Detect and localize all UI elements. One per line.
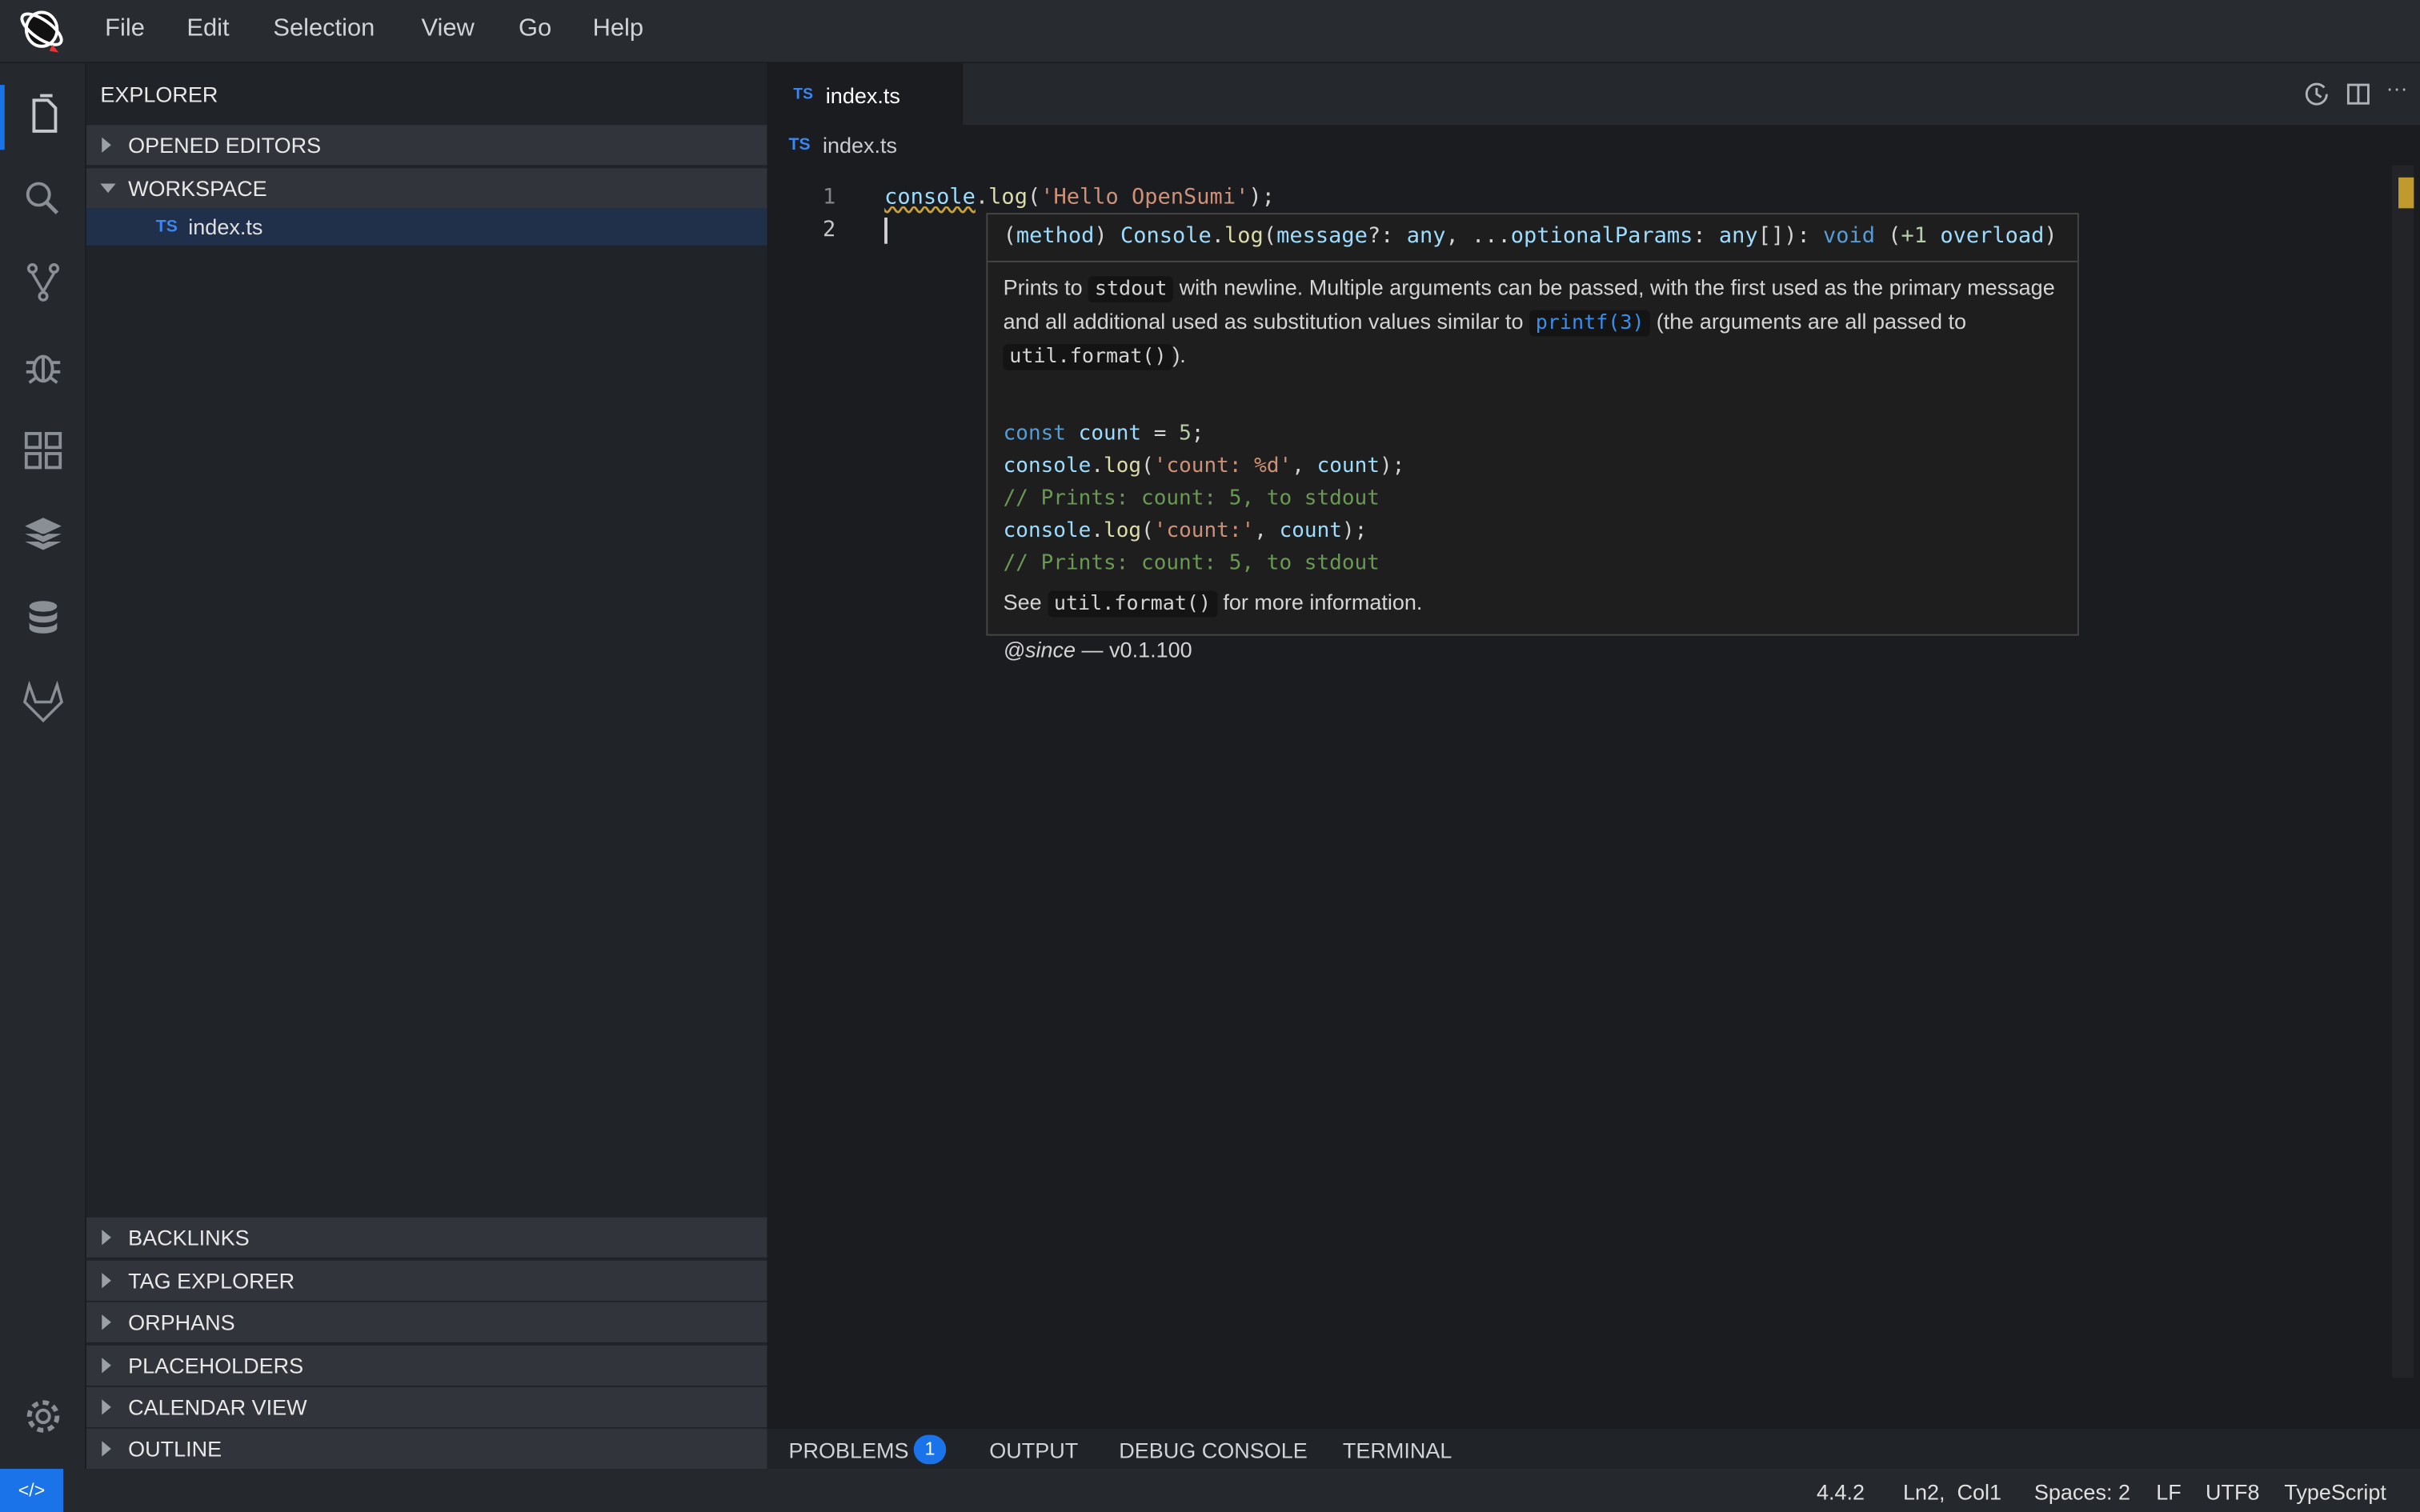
menu-edit[interactable]: Edit	[186, 15, 229, 43]
section-label: TAG EXPLORER	[128, 1268, 295, 1294]
section-label: BACKLINKS	[128, 1225, 250, 1250]
hover-since: @since — v0.1.100	[1003, 637, 1192, 662]
status-bar: </> 4.4.2 Ln2, Col1 Spaces: 2 LF UTF8 Ty…	[0, 1469, 2420, 1512]
file-name: index.ts	[188, 214, 263, 239]
section-label: OPENED EDITORS	[128, 132, 322, 158]
section-opened-editors[interactable]: OPENED EDITORS	[86, 125, 767, 166]
section-backlinks[interactable]: BACKLINKS	[86, 1217, 767, 1258]
status-language[interactable]: TypeScript	[2284, 1480, 2386, 1505]
tab-problems[interactable]: PROBLEMS	[789, 1438, 909, 1462]
opensumi-logo-icon[interactable]	[18, 8, 68, 54]
package-icon[interactable]	[20, 510, 66, 557]
menu-file[interactable]: File	[105, 15, 145, 43]
printf-link[interactable]: printf(3)	[1529, 310, 1651, 337]
breadcrumb-file[interactable]: index.ts	[823, 133, 897, 158]
menu-help[interactable]: Help	[593, 15, 643, 43]
menu-view[interactable]: View	[422, 15, 475, 43]
hover-signature: (method) Console.log(message?: any, ...o…	[988, 214, 2077, 262]
menubar: File Edit Selection View Go Help	[0, 0, 2420, 64]
section-placeholders[interactable]: PLACEHOLDERS	[86, 1345, 767, 1386]
line-number: 1	[822, 185, 836, 210]
status-version[interactable]: 4.4.2	[1817, 1480, 1865, 1505]
hover-widget: (method) Console.log(message?: any, ...o…	[986, 213, 2079, 662]
files-icon[interactable]	[20, 91, 66, 138]
menu-selection[interactable]: Selection	[273, 15, 375, 43]
scrollbar[interactable]	[2392, 165, 2414, 1378]
section-label: WORKSPACE	[128, 175, 267, 201]
problems-count-badge: 1	[913, 1434, 947, 1465]
history-icon[interactable]	[2302, 80, 2330, 108]
section-tag-explorer[interactable]: TAG EXPLORER	[86, 1260, 767, 1301]
section-workspace[interactable]: WORKSPACE	[86, 168, 767, 209]
tab-bar: TS index.ts ···	[767, 63, 2420, 126]
status-encoding[interactable]: UTF8	[2206, 1480, 2260, 1505]
typescript-file-icon: TS	[793, 86, 813, 104]
settings-icon[interactable]	[20, 1394, 66, 1440]
tab-label: index.ts	[825, 83, 900, 109]
section-label: PLACEHOLDERS	[128, 1353, 304, 1378]
hover-see-also: See util.format() for more information.	[1003, 589, 1423, 618]
hover-description: Prints to stdout with newline. Multiple …	[1003, 274, 2055, 370]
split-editor-icon[interactable]	[2345, 80, 2373, 108]
explorer-sidebar: EXPLORER OPENED EDITORS WORKSPACE TS ind…	[86, 63, 767, 1470]
section-label: ORPHANS	[128, 1310, 235, 1335]
breadcrumb: TS index.ts	[767, 125, 2420, 165]
typescript-file-icon: TS	[788, 135, 811, 154]
tab-debug-console[interactable]: DEBUG CONSOLE	[1119, 1438, 1308, 1462]
tab-output[interactable]: OUTPUT	[989, 1438, 1078, 1462]
panel-tab-bar: PROBLEMS 1 OUTPUT DEBUG CONSOLE TERMINAL	[767, 1428, 2420, 1470]
activity-bar	[0, 63, 87, 1470]
text-cursor	[884, 217, 887, 244]
extensions-icon[interactable]	[20, 427, 66, 474]
database-icon[interactable]	[20, 595, 66, 642]
explorer-title: EXPLORER	[100, 82, 218, 107]
section-label: OUTLINE	[128, 1436, 222, 1462]
status-indentation[interactable]: Spaces: 2	[2034, 1480, 2130, 1505]
file-item-index-ts[interactable]: TS index.ts	[86, 208, 767, 246]
code-line-1: console.log('Hello OpenSumi');	[884, 185, 1275, 210]
section-outline[interactable]: OUTLINE	[86, 1428, 767, 1470]
debug-icon[interactable]	[20, 344, 66, 390]
remote-code-icon[interactable]: </>	[0, 1469, 64, 1512]
source-control-icon[interactable]	[20, 259, 66, 306]
section-label: CALENDAR VIEW	[128, 1394, 307, 1420]
hover-example-code: const count = 5; console.log('count: %d',…	[1003, 421, 1405, 576]
more-actions-icon[interactable]: ···	[2386, 76, 2408, 101]
editor-area: TS index.ts ··· TS index.ts 1 2 console.…	[767, 63, 2420, 1470]
section-orphans[interactable]: ORPHANS	[86, 1302, 767, 1342]
line-number: 2	[822, 217, 836, 242]
gitlab-icon[interactable]	[20, 679, 66, 726]
status-eol[interactable]: LF	[2156, 1480, 2182, 1505]
tab-index-ts[interactable]: TS index.ts	[767, 63, 964, 126]
menu-go[interactable]: Go	[519, 15, 551, 43]
tab-terminal[interactable]: TERMINAL	[1343, 1438, 1452, 1462]
typescript-file-icon: TS	[155, 217, 178, 237]
search-icon[interactable]	[20, 176, 66, 222]
section-calendar-view[interactable]: CALENDAR VIEW	[86, 1386, 767, 1427]
warning-marker	[2398, 177, 2414, 209]
status-cursor-position[interactable]: Ln2, Col1	[1903, 1480, 2001, 1505]
